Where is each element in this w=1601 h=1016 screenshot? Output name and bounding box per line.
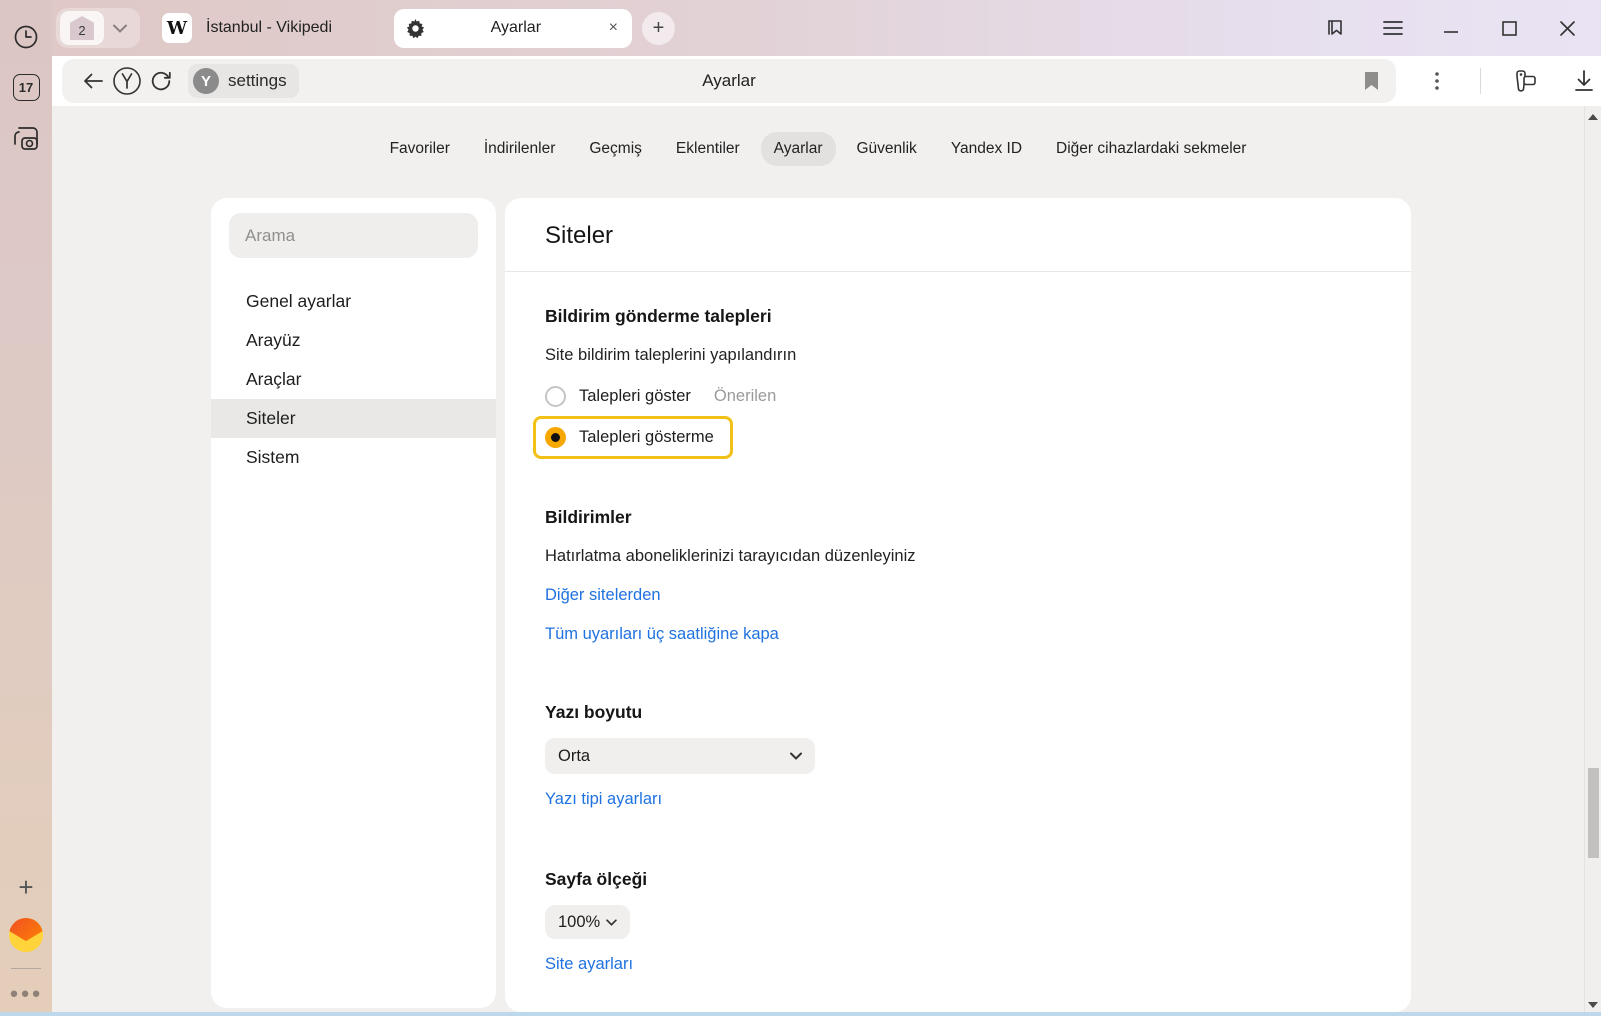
siteler-settings-card: Siteler Bildirim gönderme talepleri Site…: [505, 198, 1411, 1012]
sidebar-item-genel-ayarlar[interactable]: Genel ayarlar: [211, 282, 496, 321]
scroll-up-arrow[interactable]: [1585, 114, 1601, 120]
close-window-icon[interactable]: [1555, 16, 1579, 40]
gear-icon: [406, 19, 425, 38]
tab-close-icon[interactable]: ×: [607, 19, 620, 37]
new-tab-button[interactable]: +: [642, 12, 675, 45]
scrollbar-thumb[interactable]: [1588, 768, 1599, 858]
active-tab-ayarlar[interactable]: Ayarlar ×: [394, 9, 632, 48]
nav-tab-eklentiler[interactable]: Eklentiler: [663, 132, 753, 166]
chevron-down-icon: [790, 752, 802, 760]
rail-add-icon[interactable]: +: [11, 872, 41, 902]
radio-selected-icon[interactable]: [545, 427, 566, 448]
settings-favicon: Y: [193, 68, 219, 94]
sidebar-item-araclar[interactable]: Araçlar: [211, 360, 496, 399]
calendar-day-icon[interactable]: 17: [13, 74, 40, 101]
address-bar[interactable]: Y settings Ayarlar: [62, 59, 1396, 103]
back-icon[interactable]: [76, 64, 110, 98]
font-size-value: Orta: [558, 747, 590, 766]
radio-option-hide-requests-highlighted[interactable]: Talepleri gösterme: [533, 416, 733, 459]
font-size-select[interactable]: Orta: [545, 738, 815, 774]
wikipedia-favicon[interactable]: W: [162, 13, 192, 43]
site-settings-link[interactable]: Site ayarları: [545, 955, 633, 974]
settings-sidebar-card: Arama Genel ayarlar Arayüz Araçlar Sitel…: [211, 198, 496, 1008]
reload-icon[interactable]: [144, 64, 178, 98]
menu-icon[interactable]: [1381, 16, 1405, 40]
nav-tab-ayarlar[interactable]: Ayarlar: [761, 132, 836, 166]
settings-sidebar-list: Genel ayarlar Arayüz Araçlar Siteler Sis…: [211, 282, 496, 477]
tab-count-button[interactable]: 2: [60, 11, 104, 45]
tab-strip: 2 W İstanbul - Vikipedi Ayarlar × +: [52, 0, 1601, 56]
title-divider: [505, 271, 1411, 272]
toolbar-separator: [1480, 68, 1481, 94]
active-tab-title: Ayarlar: [425, 19, 607, 37]
page-scale-select[interactable]: 100%: [545, 905, 630, 939]
scroll-down-arrow[interactable]: [1585, 1002, 1601, 1008]
radio-unselected-icon[interactable]: [545, 386, 566, 407]
sidebar-item-sistem[interactable]: Sistem: [211, 438, 496, 477]
radio-option-show-requests[interactable]: Talepleri göster Önerilen: [545, 386, 1371, 407]
page-scale-heading: Sayfa ölçeği: [545, 869, 1371, 890]
mail-flap-shape: [9, 918, 43, 952]
nav-tab-favoriler[interactable]: Favoriler: [377, 132, 463, 166]
settings-nav: Favoriler İndirilenler Geçmiş Eklentiler…: [52, 132, 1584, 166]
bookmarks-panel-icon[interactable]: [1323, 16, 1347, 40]
other-sites-link[interactable]: Diğer sitelerden: [545, 586, 661, 605]
page-scale-value: 100%: [558, 913, 600, 932]
notifications-description: Hatırlatma aboneliklerinizi tarayıcıdan …: [545, 547, 1371, 566]
url-text: settings: [228, 71, 287, 91]
yandex-home-icon[interactable]: [110, 64, 144, 98]
radio-show-label: Talepleri göster: [579, 387, 691, 406]
browser-toolbar: Y settings Ayarlar: [52, 56, 1601, 106]
background-tab-title[interactable]: İstanbul - Vikipedi: [206, 19, 332, 37]
side-rail: 17 + ●●●: [0, 0, 52, 1016]
page-scrollbar[interactable]: [1584, 106, 1601, 1016]
url-chip[interactable]: Y settings: [188, 64, 299, 98]
nav-tab-diger-cihazlar[interactable]: Diğer cihazlardaki sekmeler: [1043, 132, 1259, 166]
settings-search-input[interactable]: Arama: [229, 213, 478, 258]
nav-tab-guvenlik[interactable]: Güvenlik: [844, 132, 930, 166]
collections-tag-icon[interactable]: [1507, 64, 1541, 98]
screenshot-icon[interactable]: [11, 123, 41, 153]
nav-tab-yandex-id[interactable]: Yandex ID: [938, 132, 1035, 166]
mute-all-alerts-link[interactable]: Tüm uyarıları üç saatliğine kapa: [545, 625, 779, 644]
bookmark-icon[interactable]: [1363, 59, 1380, 103]
font-settings-link[interactable]: Yazı tipi ayarları: [545, 790, 662, 809]
maximize-icon[interactable]: [1497, 16, 1521, 40]
sidebar-item-siteler[interactable]: Siteler: [211, 399, 496, 438]
history-clock-icon[interactable]: [11, 22, 41, 52]
minimize-icon[interactable]: [1439, 16, 1463, 40]
radio-hide-label: Talepleri gösterme: [579, 428, 714, 447]
font-size-heading: Yazı boyutu: [545, 702, 1371, 723]
sidebar-item-arayuz[interactable]: Arayüz: [211, 321, 496, 360]
notifications-heading: Bildirimler: [545, 507, 1371, 528]
notification-requests-heading: Bildirim gönderme talepleri: [545, 306, 1371, 327]
notification-requests-description: Site bildirim taleplerini yapılandırın: [545, 346, 1371, 365]
rail-divider: [11, 968, 41, 969]
window-bottom-edge: [0, 1012, 1601, 1016]
more-options-icon[interactable]: [1420, 64, 1454, 98]
tab-count-badge: 2: [69, 16, 95, 40]
chevron-down-icon: [606, 919, 617, 926]
nav-tab-gecmis[interactable]: Geçmiş: [576, 132, 655, 166]
yandex-mail-icon[interactable]: [9, 918, 43, 952]
downloads-icon[interactable]: [1567, 64, 1601, 98]
tab-count-group: 2: [56, 8, 140, 48]
settings-page: Favoriler İndirilenler Geçmiş Eklentiler…: [52, 106, 1601, 1016]
rail-more-icon[interactable]: ●●●: [9, 985, 42, 1002]
section-title: Siteler: [505, 198, 1411, 250]
recommended-badge: Önerilen: [714, 387, 776, 406]
tab-list-chevron-icon[interactable]: [104, 24, 136, 33]
nav-tab-indirilenler[interactable]: İndirilenler: [471, 132, 569, 166]
